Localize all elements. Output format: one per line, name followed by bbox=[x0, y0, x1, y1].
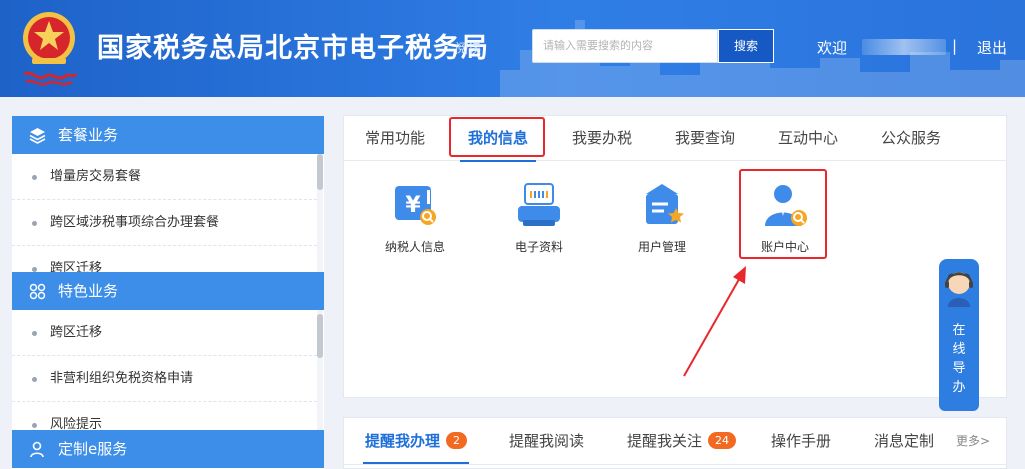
count-badge: 24 bbox=[708, 432, 737, 449]
sidebar-section-custom[interactable]: 定制e服务 bbox=[12, 430, 324, 468]
site-title: 国家税务总局北京市电子税务局 bbox=[97, 33, 489, 64]
tab-label: 提醒我关注 bbox=[627, 432, 703, 450]
sidebar-item[interactable]: 跨区迁移 bbox=[12, 310, 317, 356]
sidebar-item[interactable]: 风险提示 bbox=[12, 402, 317, 430]
sidebar-section-package[interactable]: 套餐业务 bbox=[12, 116, 324, 154]
tab-label: 消息定制 bbox=[874, 432, 935, 450]
username-redacted bbox=[862, 39, 946, 55]
customer-service-icon bbox=[945, 272, 973, 307]
sidebar-list-package: 增量房交易套餐 跨区域涉税事项综合办理套餐 跨区迁移 bbox=[12, 154, 317, 272]
tile-taxpayer-info[interactable]: ¥ 纳税人信息 bbox=[370, 182, 460, 277]
tab-remind-handle[interactable]: 提醒我办理 2 bbox=[362, 418, 470, 464]
search-button[interactable]: 搜索 bbox=[718, 29, 774, 63]
tax-emblem-logo bbox=[23, 12, 78, 86]
e-document-icon bbox=[518, 183, 560, 226]
sidebar-item[interactable]: 非营利组织免税资格申请 bbox=[12, 356, 317, 402]
tab-label: 提醒我办理 bbox=[365, 432, 441, 450]
tab-public-service[interactable]: 公众服务 bbox=[881, 116, 941, 161]
search-input[interactable]: 请输入需要搜索的内容 bbox=[532, 29, 718, 63]
tile-label: 用户管理 bbox=[637, 240, 686, 254]
more-link[interactable]: 更多> bbox=[956, 418, 990, 464]
sidebar-list-special: 跨区迁移 非营利组织免税资格申请 风险提示 bbox=[12, 310, 317, 430]
welcome-text: 欢迎 bbox=[817, 39, 848, 57]
person-icon bbox=[30, 441, 44, 458]
divider bbox=[344, 464, 1006, 465]
main-tabs: 常用功能 我的信息 我要办税 我要查询 互动中心 公众服务 bbox=[344, 116, 1006, 162]
main-panel: 常用功能 我的信息 我要办税 我要查询 互动中心 公众服务 ¥ 纳税人信息 电子… bbox=[343, 115, 1007, 398]
guide-char: 办 bbox=[952, 380, 966, 395]
tab-common[interactable]: 常用功能 bbox=[365, 116, 425, 161]
count-badge: 2 bbox=[446, 432, 468, 449]
sidebar-section-title: 特色业务 bbox=[58, 282, 119, 300]
taxpayer-info-icon: ¥ bbox=[395, 186, 436, 225]
highlight-box-tab bbox=[449, 117, 545, 157]
tab-remind-follow[interactable]: 提醒我关注 24 bbox=[627, 418, 737, 464]
tab-handle-tax[interactable]: 我要办税 bbox=[572, 116, 632, 161]
tab-query[interactable]: 我要查询 bbox=[675, 116, 735, 161]
layers-icon bbox=[29, 128, 46, 144]
tile-user-management[interactable]: 用户管理 bbox=[617, 182, 707, 277]
sidebar-scrollbar[interactable] bbox=[317, 310, 323, 430]
guide-char: 导 bbox=[952, 361, 966, 376]
sidebar-item[interactable]: 跨区迁移 bbox=[12, 246, 317, 272]
online-guide-button[interactable]: 在 线 导 办 bbox=[939, 259, 979, 411]
sidebar-section-title: 套餐业务 bbox=[58, 126, 119, 144]
sidebar-section-title: 定制e服务 bbox=[58, 440, 128, 458]
tab-interaction[interactable]: 互动中心 bbox=[778, 116, 838, 161]
sidebar-scrollbar[interactable] bbox=[317, 154, 323, 272]
guide-text: 在 线 导 办 bbox=[939, 321, 979, 397]
guide-char: 线 bbox=[952, 342, 966, 357]
reminder-panel: 提醒我办理 2 提醒我阅读 提醒我关注 24 操作手册 消息定制 更多> bbox=[343, 417, 1007, 469]
tab-manual[interactable]: 操作手册 bbox=[771, 418, 831, 464]
tile-label: 纳税人信息 bbox=[384, 240, 445, 254]
tab-message-custom[interactable]: 消息定制 bbox=[874, 418, 934, 464]
header-separator: | bbox=[952, 37, 958, 55]
highlight-box-account-center bbox=[739, 169, 827, 259]
guide-char: 在 bbox=[952, 323, 966, 338]
tab-label: 操作手册 bbox=[771, 432, 832, 450]
sidebar-item[interactable]: 增量房交易套餐 bbox=[12, 154, 317, 200]
sidebar: 套餐业务 增量房交易套餐 跨区域涉税事项综合办理套餐 跨区迁移 特色业务 跨区迁… bbox=[12, 116, 324, 469]
svg-text:¥: ¥ bbox=[405, 193, 421, 218]
grid-icon bbox=[29, 283, 46, 300]
tab-remind-read[interactable]: 提醒我阅读 bbox=[509, 418, 584, 464]
tab-label: 提醒我阅读 bbox=[509, 432, 585, 450]
read-link[interactable]: 阅读 bbox=[455, 38, 481, 57]
tile-label: 电子资料 bbox=[514, 240, 563, 254]
sidebar-section-special[interactable]: 特色业务 bbox=[12, 272, 324, 310]
tile-e-document[interactable]: 电子资料 bbox=[494, 182, 584, 277]
sidebar-item[interactable]: 跨区域涉税事项综合办理套餐 bbox=[12, 200, 317, 246]
logout-link[interactable]: 退出 bbox=[977, 37, 1007, 58]
site-header: 国家税务总局北京市电子税务局 阅读 请输入需要搜索的内容 搜索 欢迎 | 退出 bbox=[0, 0, 1025, 97]
user-management-icon bbox=[646, 184, 684, 224]
